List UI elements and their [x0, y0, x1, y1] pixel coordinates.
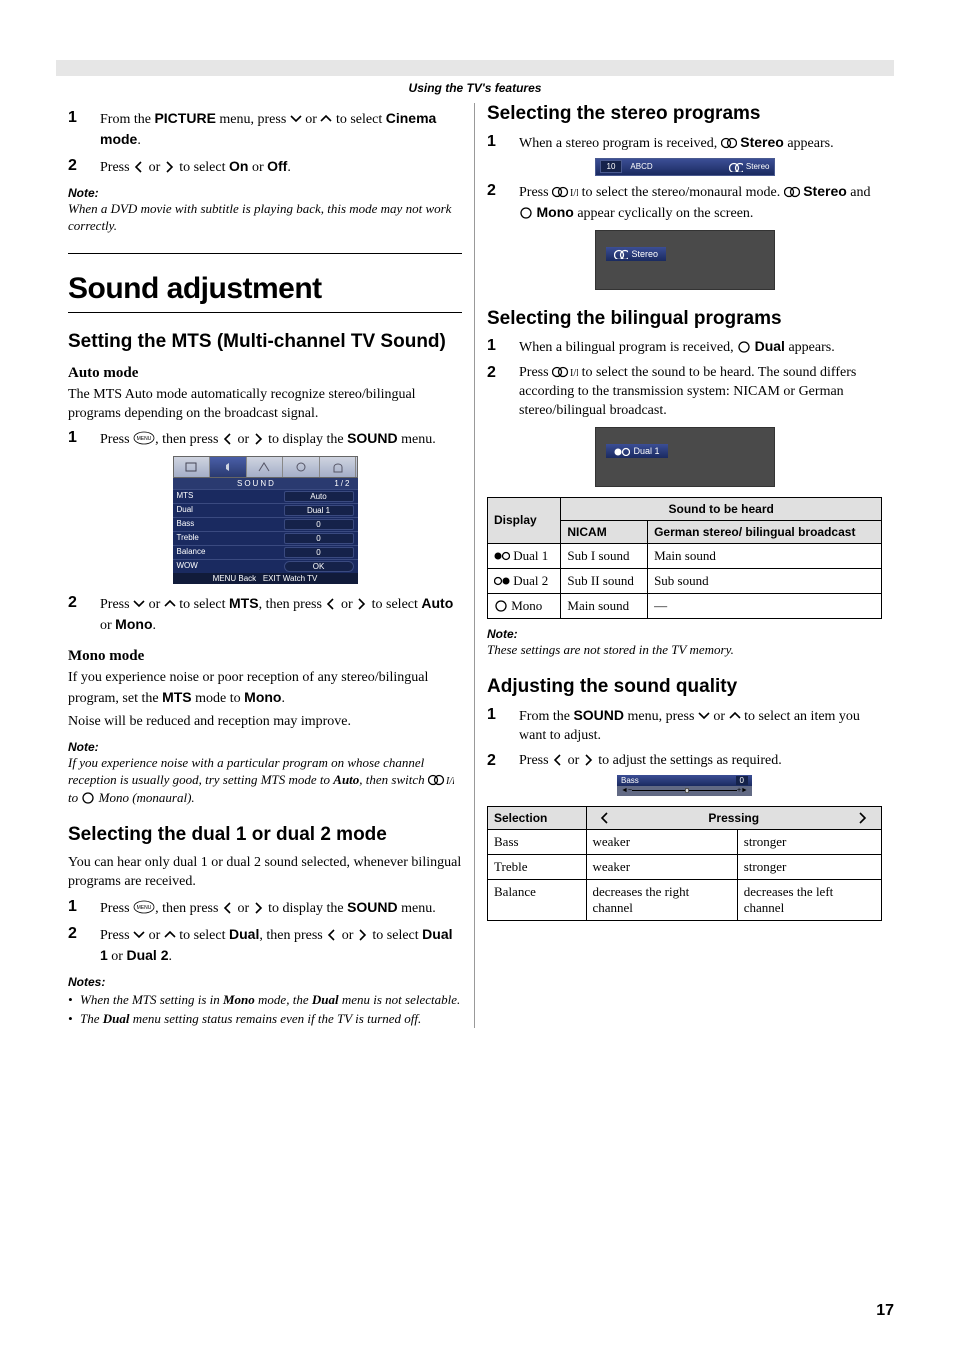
step-1-dual-appears: 1 When a bilingual program is received, …	[487, 337, 882, 358]
menu-button-icon	[133, 900, 155, 914]
notes-heading: Notes:	[68, 975, 462, 989]
right-icon	[357, 929, 369, 941]
step-1-cinema: 1 From the PICTURE menu, press or to sel…	[68, 109, 462, 151]
left-icon	[222, 433, 234, 445]
right-icon	[253, 902, 265, 914]
stereo-icon	[614, 249, 628, 259]
table-row: Balancedecreases the right channeldecrea…	[488, 879, 882, 920]
stereo-icon	[784, 186, 800, 198]
mono-icon	[81, 792, 95, 804]
table-row: MonoMain sound—	[488, 593, 882, 618]
chapter-title: Using the TV's features	[56, 78, 894, 103]
right-icon	[356, 598, 368, 610]
heading-sound-quality: Adjusting the sound quality	[487, 676, 882, 698]
tab-setup-icon	[294, 460, 308, 474]
para-mono-noise: Noise will be reduced and reception may …	[68, 713, 462, 732]
step-2-select-dual: 2 Press or to select Dual, then press or…	[68, 925, 462, 967]
heading-mts: Setting the MTS (Multi-channel TV Sound)	[68, 331, 462, 353]
right-icon	[583, 754, 595, 766]
step-1-stereo-appears: 1 When a stereo program is received, Ste…	[487, 133, 882, 154]
para-dual: You can hear only dual 1 or dual 2 sound…	[68, 854, 462, 892]
note-body: When a DVD movie with subtitle is playin…	[68, 200, 462, 235]
up-icon	[320, 113, 332, 125]
dual1-icon	[614, 446, 630, 456]
heading-mono-mode: Mono mode	[68, 648, 462, 665]
note-heading: Note:	[68, 186, 462, 200]
heading-auto-mode: Auto mode	[68, 365, 462, 382]
step-2-on-off: 2 Press or to select On or Off.	[68, 157, 462, 178]
section-sound-adjustment: Sound adjustment	[68, 272, 462, 306]
right-icon	[253, 433, 265, 445]
note-item: •When the MTS setting is in Mono mode, t…	[68, 991, 462, 1009]
mono-icon	[519, 207, 533, 219]
down-icon	[133, 598, 145, 610]
osd-channel-banner: 10 ABCD Stereo	[595, 158, 775, 176]
stereo-select-icon	[428, 774, 454, 786]
up-icon	[164, 929, 176, 941]
tab-picture-icon	[184, 460, 198, 474]
tab-sound-icon	[221, 460, 235, 474]
step-2-bilingual-select: 2 Press to select the sound to be heard.…	[487, 364, 882, 421]
table-sound-to-be-heard: Display Sound to be heard NICAM German s…	[487, 497, 882, 619]
right-icon	[164, 161, 176, 173]
note-heading: Note:	[487, 627, 882, 641]
tab-lock-icon	[331, 460, 345, 474]
osd-mini-stereo: Stereo	[595, 230, 775, 290]
table-row: Dual 1Sub I soundMain sound	[488, 543, 882, 568]
left-icon	[552, 754, 564, 766]
para-auto: The MTS Auto mode automatically recogniz…	[68, 386, 462, 424]
left-icon	[133, 161, 145, 173]
step-2-stereo-cycle: 2 Press to select the stereo/monaural mo…	[487, 182, 882, 224]
right-icon	[857, 812, 869, 824]
stereo-select-icon	[552, 186, 578, 198]
heading-dual-mode: Selecting the dual 1 or dual 2 mode	[68, 824, 462, 846]
up-icon	[729, 710, 741, 722]
step-1-sound-menu: 1 Press , then press or to display the S…	[68, 429, 462, 450]
down-icon	[133, 929, 145, 941]
table-row: Bassweakerstronger	[488, 829, 882, 854]
menu-button-icon	[133, 431, 155, 445]
osd-mini-dual: Dual 1	[595, 427, 775, 487]
table-row: Dual 2Sub II soundSub sound	[488, 568, 882, 593]
heading-stereo-programs: Selecting the stereo programs	[487, 103, 882, 125]
left-icon	[599, 812, 611, 824]
note-heading: Note:	[68, 740, 462, 754]
mono-icon	[494, 600, 508, 612]
right-column: Selecting the stereo programs 1 When a s…	[475, 103, 894, 1028]
stereo-icon	[729, 162, 743, 172]
step-1-dual-menu: 1 Press , then press or to display the S…	[68, 898, 462, 919]
osd-sound-menu: SOUND1/2 MTSAuto DualDual 1 Bass0 Treble…	[173, 456, 358, 584]
page-number: 17	[876, 1302, 894, 1320]
left-icon	[222, 902, 234, 914]
heading-bilingual-programs: Selecting the bilingual programs	[487, 308, 882, 330]
note-item: •The Dual menu setting status remains ev…	[68, 1010, 462, 1028]
down-icon	[698, 710, 710, 722]
dual2-icon	[494, 575, 510, 587]
para-mono: If you experience noise or poor receptio…	[68, 669, 462, 709]
note-body: If you experience noise with a particula…	[68, 754, 462, 807]
tab-feature-icon	[257, 460, 271, 474]
down-icon	[290, 113, 302, 125]
note-body: These settings are not stored in the TV …	[487, 641, 882, 659]
up-icon	[164, 598, 176, 610]
stereo-select-icon	[552, 366, 578, 378]
left-icon	[325, 598, 337, 610]
left-icon	[326, 929, 338, 941]
table-pressing: Selection Pressing Bassweakerstronger Tr…	[487, 806, 882, 921]
left-column: 1 From the PICTURE menu, press or to sel…	[56, 103, 475, 1028]
step-1-sound-item: 1 From the SOUND menu, press or to selec…	[487, 706, 882, 746]
table-row: Trebleweakerstronger	[488, 854, 882, 879]
mono-icon	[737, 341, 751, 353]
step-2-select-mts: 2 Press or to select MTS, then press or …	[68, 594, 462, 636]
osd-bass-slider: Bass0 ◄−+►	[617, 775, 752, 796]
dual1-icon	[494, 550, 510, 562]
step-2-adjust: 2 Press or to adjust the settings as req…	[487, 752, 882, 771]
stereo-icon	[721, 137, 737, 149]
